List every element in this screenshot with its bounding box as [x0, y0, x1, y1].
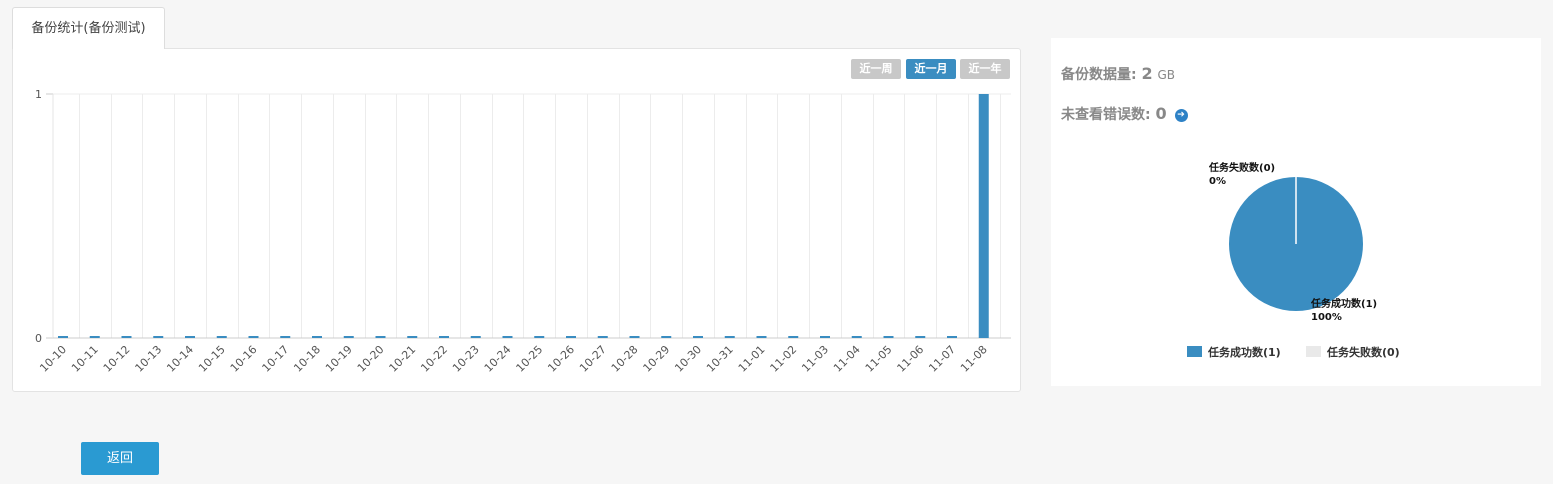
- legend-swatch-fail: [1306, 346, 1321, 357]
- x-tick-label: 10-18: [291, 343, 323, 375]
- x-tick-label: 10-20: [355, 343, 387, 375]
- bar-10-21[interactable]: [407, 336, 418, 338]
- bar-10-17[interactable]: [280, 336, 291, 338]
- tab-backup-stats[interactable]: 备份统计(备份测试): [12, 7, 165, 49]
- legend-label-fail: 任务失败数(0): [1327, 346, 1400, 359]
- bar-11-06[interactable]: [915, 336, 926, 338]
- bar-10-25[interactable]: [534, 336, 545, 338]
- legend-label-success: 任务成功数(1): [1208, 346, 1281, 359]
- x-tick-label: 10-27: [577, 343, 609, 375]
- backup-size-label: 备份数据量:: [1061, 67, 1137, 83]
- back-button[interactable]: 返回: [81, 442, 159, 475]
- x-tick-label: 11-05: [863, 343, 895, 375]
- x-tick-label: 10-30: [672, 343, 704, 375]
- bar-10-13[interactable]: [153, 336, 164, 338]
- bar-10-19[interactable]: [343, 336, 354, 338]
- backup-size-unit: GB: [1157, 68, 1176, 82]
- bar-11-04[interactable]: [851, 336, 862, 338]
- legend-item-success[interactable]: 任务成功数(1): [1187, 344, 1281, 360]
- x-tick-label: 11-07: [926, 343, 958, 375]
- bar-11-08[interactable]: [978, 94, 989, 338]
- bar-10-16[interactable]: [248, 336, 259, 338]
- x-tick-label: 10-16: [228, 343, 260, 375]
- x-tick-label: 10-17: [260, 343, 292, 375]
- bar-10-22[interactable]: [439, 336, 449, 338]
- bar-10-20[interactable]: [375, 336, 386, 338]
- bar-10-24[interactable]: [502, 336, 513, 338]
- bar-10-18[interactable]: [312, 336, 322, 338]
- bar-11-01[interactable]: [756, 336, 767, 338]
- bar-10-14[interactable]: [185, 336, 195, 338]
- x-tick-label: 10-21: [387, 343, 419, 375]
- x-tick-label: 10-11: [69, 343, 101, 375]
- bar-10-31[interactable]: [724, 336, 735, 338]
- x-tick-label: 10-22: [418, 343, 450, 375]
- bar-10-12[interactable]: [121, 336, 132, 338]
- x-tick-label: 10-14: [164, 343, 196, 375]
- bar-10-27[interactable]: [597, 336, 608, 338]
- legend-swatch-success: [1187, 346, 1202, 357]
- bar-11-05[interactable]: [883, 336, 894, 338]
- bar-10-26[interactable]: [566, 336, 576, 338]
- bar-10-29[interactable]: [661, 336, 672, 338]
- x-tick-label: 11-04: [831, 343, 863, 375]
- y-tick-label: 1: [35, 88, 42, 101]
- x-tick-label: 10-25: [514, 343, 546, 375]
- bar-10-23[interactable]: [470, 336, 481, 338]
- x-tick-label: 10-10: [37, 343, 69, 375]
- x-tick-label: 10-19: [323, 343, 355, 375]
- x-tick-label: 10-31: [704, 343, 736, 375]
- x-tick-label: 11-02: [768, 343, 800, 375]
- y-tick-label: 0: [35, 332, 42, 345]
- unviewed-errors-value: 0: [1155, 104, 1167, 123]
- x-tick-label: 11-08: [958, 343, 990, 375]
- x-tick-label: 10-24: [482, 343, 514, 375]
- pie-label-success-pct: 100%: [1311, 312, 1342, 323]
- bar-10-28[interactable]: [629, 336, 640, 338]
- bar-11-07[interactable]: [947, 336, 957, 338]
- x-tick-label: 10-29: [641, 343, 673, 375]
- bar-10-15[interactable]: [216, 336, 227, 338]
- x-tick-label: 10-26: [545, 343, 577, 375]
- arrow-right-icon[interactable]: ➔: [1174, 108, 1188, 122]
- x-tick-label: 10-28: [609, 343, 641, 375]
- bar-11-02[interactable]: [788, 336, 799, 338]
- pie-label-fail: 任务失败数(0) 0%: [1209, 162, 1275, 188]
- bar-10-10[interactable]: [58, 336, 68, 338]
- legend-item-fail[interactable]: 任务失败数(0): [1306, 344, 1400, 360]
- backup-size-value: 2: [1141, 64, 1153, 83]
- x-tick-label: 10-23: [450, 343, 482, 375]
- x-tick-label: 11-03: [799, 343, 831, 375]
- pie-label-fail-pct: 0%: [1209, 176, 1226, 187]
- backup-size-stat: 备份数据量: 2 GB: [1061, 64, 1175, 84]
- pie-label-fail-text: 任务失败数(0): [1209, 163, 1276, 174]
- bar-11-03[interactable]: [820, 336, 830, 338]
- bar-10-11[interactable]: [89, 336, 100, 338]
- unviewed-errors-label: 未查看错误数:: [1061, 107, 1151, 123]
- x-tick-label: 10-13: [133, 343, 165, 375]
- bar-10-30[interactable]: [693, 336, 703, 338]
- x-tick-label: 10-15: [196, 343, 228, 375]
- pie-chart: [1229, 177, 1363, 311]
- x-tick-label: 11-01: [736, 343, 768, 375]
- unviewed-errors-stat: 未查看错误数: 0 ➔: [1061, 104, 1188, 124]
- pie-label-success-text: 任务成功数(1): [1311, 299, 1378, 310]
- x-tick-label: 10-12: [101, 343, 133, 375]
- bar-chart: 0110-10 10-11 10-12 10-13 10-14 10-15 10-16 10-…: [35, 88, 1011, 375]
- x-tick-label: 11-06: [895, 343, 927, 375]
- pie-label-success: 任务成功数(1) 100%: [1311, 298, 1377, 324]
